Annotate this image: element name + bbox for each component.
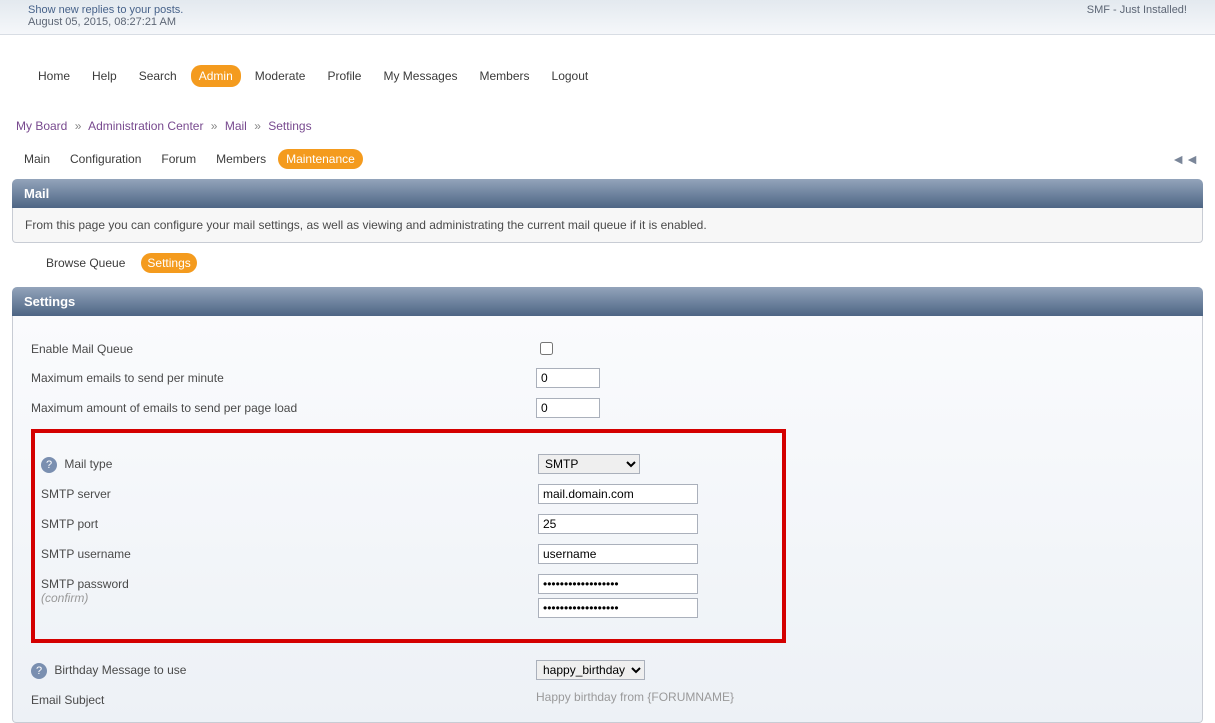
label-max-per-minute: Maximum emails to send per minute: [31, 368, 536, 385]
nav-search[interactable]: Search: [131, 65, 185, 87]
settings-section-header: Settings: [12, 287, 1203, 316]
row-smtp-password: SMTP password (confirm): [41, 569, 776, 623]
mail-section-description: From this page you can configure your ma…: [12, 208, 1203, 243]
nav-home[interactable]: Home: [30, 65, 78, 87]
tab-maintenance[interactable]: Maintenance: [278, 149, 363, 169]
nav-profile[interactable]: Profile: [319, 65, 369, 87]
nav-members[interactable]: Members: [472, 65, 538, 87]
crumb-mail[interactable]: Mail: [225, 119, 247, 133]
nav-logout[interactable]: Logout: [544, 65, 597, 87]
row-birthday-message: ? Birthday Message to use happy_birthday: [31, 655, 1184, 685]
install-note: SMF - Just Installed!: [1087, 4, 1187, 16]
row-mail-type: ? Mail type SMTP: [41, 449, 776, 479]
nav-admin[interactable]: Admin: [191, 65, 241, 87]
row-smtp-port: SMTP port: [41, 509, 776, 539]
help-icon[interactable]: ?: [31, 663, 47, 679]
label-enable-queue: Enable Mail Queue: [31, 339, 536, 356]
settings-panel: Enable Mail Queue Maximum emails to send…: [12, 316, 1203, 723]
row-max-per-page: Maximum amount of emails to send per pag…: [31, 393, 1184, 423]
input-smtp-username[interactable]: [538, 544, 698, 564]
select-birthday-message[interactable]: happy_birthday: [536, 660, 645, 680]
tab-browse-queue[interactable]: Browse Queue: [40, 253, 131, 273]
tab-configuration[interactable]: Configuration: [62, 149, 149, 169]
smtp-highlight-box: ? Mail type SMTP SMTP server SMTP port S…: [31, 429, 786, 643]
mail-section-header: Mail: [12, 179, 1203, 208]
tab-forum[interactable]: Forum: [153, 149, 204, 169]
label-max-per-page: Maximum amount of emails to send per pag…: [31, 398, 536, 415]
label-mail-type: Mail type: [64, 457, 112, 471]
label-smtp-username: SMTP username: [41, 544, 538, 561]
input-smtp-port[interactable]: [538, 514, 698, 534]
checkbox-enable-queue[interactable]: [540, 342, 553, 355]
value-email-subject: Happy birthday from {FORUMNAME}: [536, 690, 1184, 704]
main-menu-bar: Home Help Search Admin Moderate Profile …: [12, 35, 1203, 99]
nav-messages[interactable]: My Messages: [375, 65, 465, 87]
current-datetime: August 05, 2015, 08:27:21 AM: [28, 16, 176, 28]
tab-main[interactable]: Main: [16, 149, 58, 169]
nav-help[interactable]: Help: [84, 65, 125, 87]
label-birthday-message: Birthday Message to use: [54, 663, 186, 677]
top-bar: Show new replies to your posts. August 0…: [0, 0, 1215, 35]
row-email-subject: Email Subject Happy birthday from {FORUM…: [31, 685, 1184, 712]
select-mail-type[interactable]: SMTP: [538, 454, 640, 474]
label-smtp-password: SMTP password: [41, 577, 129, 591]
input-smtp-password[interactable]: [538, 574, 698, 594]
nav-moderate[interactable]: Moderate: [247, 65, 314, 87]
label-confirm: (confirm): [41, 591, 88, 605]
row-enable-queue: Enable Mail Queue: [31, 334, 1184, 363]
label-email-subject: Email Subject: [31, 690, 536, 707]
breadcrumb: My Board » Administration Center » Mail …: [12, 99, 1203, 143]
row-smtp-server: SMTP server: [41, 479, 776, 509]
row-max-per-minute: Maximum emails to send per minute: [31, 363, 1184, 393]
input-max-per-page[interactable]: [536, 398, 600, 418]
tab-settings[interactable]: Settings: [141, 253, 196, 273]
new-replies-link[interactable]: Show new replies to your posts.: [28, 4, 183, 16]
label-smtp-port: SMTP port: [41, 514, 538, 531]
crumb-board[interactable]: My Board: [16, 119, 67, 133]
input-smtp-server[interactable]: [538, 484, 698, 504]
label-smtp-server: SMTP server: [41, 484, 538, 501]
row-smtp-username: SMTP username: [41, 539, 776, 569]
admin-subtabs: Main Configuration Forum Members Mainten…: [12, 143, 1203, 179]
collapse-icon[interactable]: ◄◄: [1171, 151, 1199, 167]
crumb-admin[interactable]: Administration Center: [88, 119, 203, 133]
input-max-per-minute[interactable]: [536, 368, 600, 388]
input-smtp-password-confirm[interactable]: [538, 598, 698, 618]
crumb-settings[interactable]: Settings: [268, 119, 311, 133]
tab-members[interactable]: Members: [208, 149, 274, 169]
mail-inner-tabs: Browse Queue Settings: [12, 243, 1203, 287]
help-icon[interactable]: ?: [41, 457, 57, 473]
